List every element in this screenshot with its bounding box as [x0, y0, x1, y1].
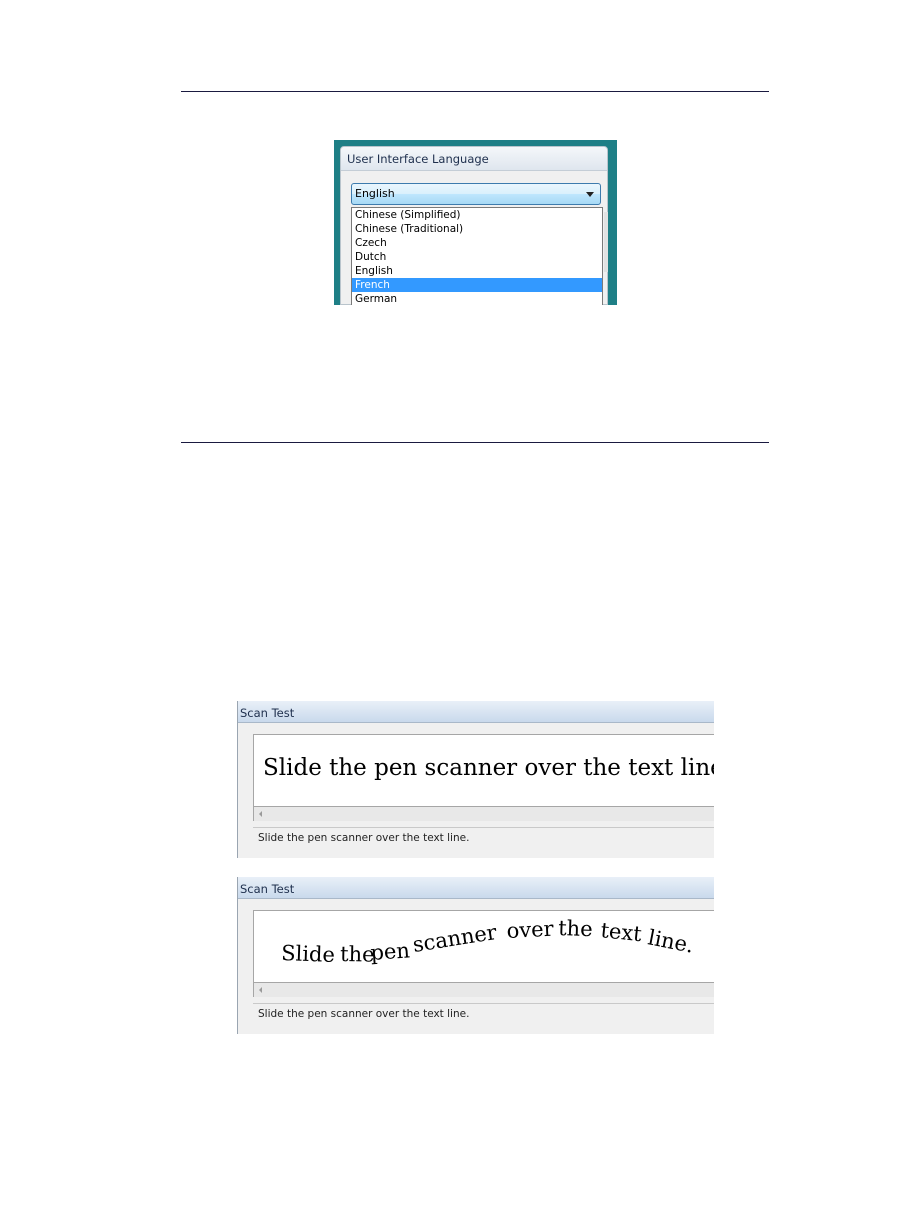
language-panel: User Interface Language English Chinese …	[340, 146, 608, 305]
scanned-word: line.	[646, 925, 696, 957]
language-select-value: English	[355, 187, 395, 200]
language-dialog: User Interface Language English Chinese …	[334, 140, 617, 305]
scan-test-title: Scan Test	[238, 701, 714, 723]
scanned-word: over	[506, 917, 555, 943]
language-panel-title: User Interface Language	[341, 147, 607, 171]
scanned-word: pen	[370, 938, 411, 965]
language-select[interactable]: English	[351, 183, 601, 205]
scroll-left-icon[interactable]	[259, 811, 262, 817]
top-divider	[181, 91, 769, 92]
status-divider	[253, 1003, 714, 1004]
scan-test-window-straight: Scan Test Slide the pen scanner over the…	[237, 701, 714, 858]
language-option[interactable]: German	[352, 292, 602, 305]
language-option[interactable]: Chinese (Simplified)	[352, 208, 602, 222]
scanned-word: text	[599, 918, 643, 946]
scanned-word: the	[558, 916, 593, 941]
scan-test-title: Scan Test	[238, 877, 714, 899]
horizontal-scrollbar[interactable]	[253, 983, 714, 997]
language-option[interactable]: English	[352, 264, 602, 278]
list-scrollbar[interactable]	[604, 212, 608, 272]
scan-image-area: Slide the pen scanner over the text line…	[253, 910, 714, 983]
status-divider	[253, 827, 714, 828]
scanned-word: scanner	[411, 920, 499, 957]
scan-status-text: Slide the pen scanner over the text line…	[258, 832, 470, 844]
scroll-left-icon[interactable]	[259, 987, 262, 993]
language-option[interactable]: Czech	[352, 236, 602, 250]
language-option[interactable]: Chinese (Traditional)	[352, 222, 602, 236]
scan-status-text: Slide the pen scanner over the text line…	[258, 1008, 470, 1020]
language-options-list: Chinese (Simplified) Chinese (Traditiona…	[351, 207, 608, 305]
chevron-down-icon[interactable]	[586, 192, 594, 197]
scanned-word: Slide	[281, 941, 336, 967]
scanned-text-image: Slide the pen scanner over the text line…	[263, 755, 714, 781]
scanned-wavy-text-image: Slide the pen scanner over the text line…	[281, 916, 696, 967]
section-divider	[181, 442, 769, 443]
horizontal-scrollbar[interactable]	[253, 807, 714, 821]
language-option[interactable]: Dutch	[352, 250, 602, 264]
language-option-highlighted[interactable]: French	[352, 278, 602, 292]
scan-test-window-wavy: Scan Test Slide the pen scanner over the…	[237, 877, 714, 1034]
scan-image-area: Slide the pen scanner over the text line…	[253, 734, 714, 807]
